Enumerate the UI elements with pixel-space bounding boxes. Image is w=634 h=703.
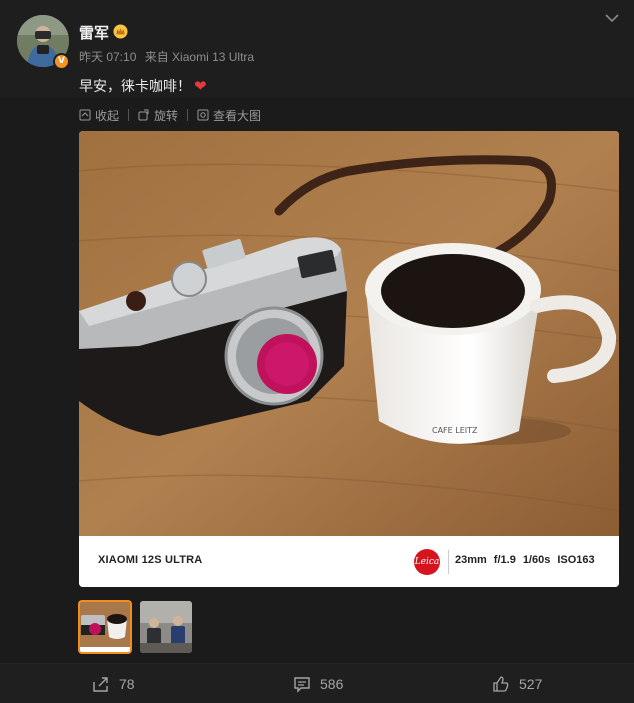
like-count: 527: [519, 676, 543, 692]
like-icon: [493, 676, 509, 692]
photo-camera-coffee: CAFE LEITZ: [79, 131, 619, 536]
view-large-button[interactable]: 查看大图: [197, 107, 261, 124]
toolbar-divider: [128, 109, 130, 121]
rotate-label: 旋转: [154, 108, 179, 123]
post-photo[interactable]: CAFE LEITZ XIAOMI 12S ULTRA Leica 23mm f/…: [79, 131, 619, 587]
spec-shutter: 1/60s: [522, 554, 551, 566]
comment-count: 586: [320, 676, 344, 692]
comment-button[interactable]: 586: [293, 675, 343, 693]
image-toolbar: 收起 旋转 查看大图: [79, 106, 261, 124]
photo-mug-logo-text: CAFE LEITZ: [432, 426, 478, 435]
comment-icon: [294, 677, 310, 693]
rotate-button[interactable]: 旋转: [138, 107, 178, 124]
username[interactable]: 雷军: [79, 22, 109, 43]
photo-watermark: XIAOMI 12S ULTRA Leica 23mm f/1.9 1/60s ISO…: [79, 536, 619, 587]
toolbar-divider: [187, 109, 189, 121]
post-text-content: 早安，徕卡咖啡！: [79, 79, 191, 95]
collapse-button[interactable]: 收起: [79, 107, 119, 124]
post-time[interactable]: 昨天 07:10: [79, 50, 136, 64]
watermark-brand: XIAOMI 12S ULTRA: [98, 554, 203, 566]
leica-logo: Leica: [414, 549, 440, 575]
view-large-label: 查看大图: [213, 108, 262, 123]
watermark-specs: 23mm f/1.9 1/60s ISO163: [455, 554, 602, 566]
rotate-icon: [138, 109, 149, 121]
share-button[interactable]: 78: [92, 675, 135, 693]
post-text: 早安，徕卡咖啡！ ❤: [79, 76, 207, 96]
weibo-post-card: V 雷军 昨天 07:10 来自 Xiaomi 13 Ultra 早安，徕卡咖啡…: [0, 0, 634, 703]
spec-focal: 23mm: [455, 554, 487, 566]
post-footer: 78 586 527: [0, 663, 634, 703]
like-button[interactable]: 527: [492, 675, 542, 693]
spec-aperture: f/1.9: [493, 554, 516, 566]
share-count: 78: [119, 676, 135, 692]
post-meta: 昨天 07:10 来自 Xiaomi 13 Ultra: [79, 48, 259, 65]
zoom-icon: [197, 109, 209, 121]
watermark-divider: [448, 550, 449, 574]
thumbnail-2[interactable]: [140, 601, 192, 653]
share-icon: [93, 677, 108, 692]
collapse-icon: [79, 109, 91, 121]
collapse-label: 收起: [95, 108, 120, 123]
crown-icon: [113, 24, 128, 39]
post-source: 来自 Xiaomi 13 Ultra: [144, 50, 255, 64]
chevron-down-icon[interactable]: [604, 12, 620, 24]
thumbnail-1[interactable]: [78, 600, 132, 654]
verified-badge: V: [53, 53, 70, 70]
spec-iso: ISO163: [557, 554, 595, 566]
heart-emoji: ❤: [194, 77, 207, 95]
thumbnail-strip: [78, 600, 201, 654]
